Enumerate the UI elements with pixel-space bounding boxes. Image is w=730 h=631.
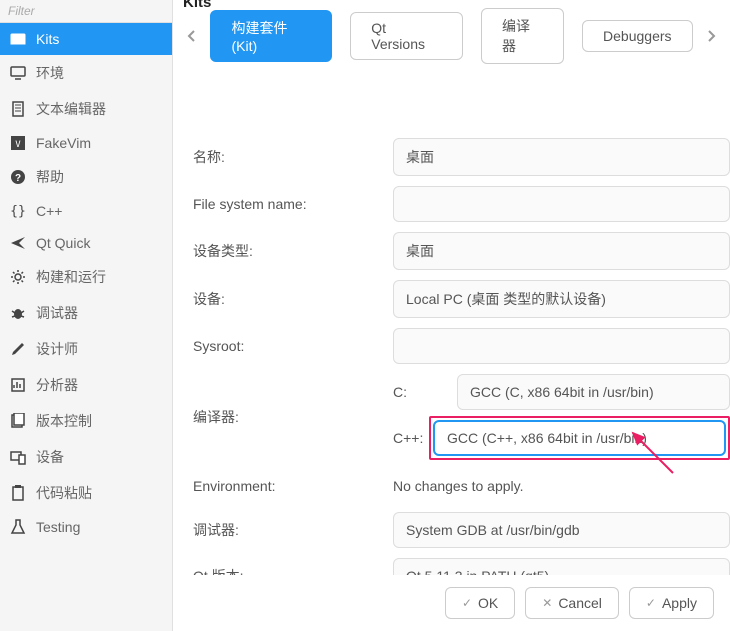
form-content: 名称: 桌面 File system name: 设备类型: 桌面 设备: Lo… [173,68,730,575]
sidebar-item-label: C++ [36,203,62,219]
chevron-left-icon [186,30,198,42]
sidebar-item-debugger[interactable]: 调试器 [0,295,172,331]
sidebar-item-label: Kits [36,31,59,47]
filter-input[interactable]: Filter [0,0,172,23]
sidebar-item-label: Testing [36,519,80,535]
compiler-c-field[interactable]: GCC (C, x86 64bit in /usr/bin) [457,374,730,410]
close-icon: ✕ [542,596,552,610]
sidebar-item-label: 调试器 [36,303,78,323]
fsname-label: File system name: [193,196,393,212]
debugger-field[interactable]: System GDB at /usr/bin/gdb [393,512,730,548]
fsname-field[interactable] [393,186,730,222]
flask-icon [10,519,26,535]
sidebar-item-label: 文本编辑器 [36,99,106,119]
sidebar-item-label: 环境 [36,63,64,83]
cancel-button[interactable]: ✕ Cancel [525,587,619,619]
compiler-cxx-field[interactable]: GCC (C++, x86 64bit in /usr/bin) [433,420,726,456]
sidebar-item-label: 分析器 [36,375,78,395]
sidebar-item-code-paste[interactable]: 代码粘贴 [0,475,172,511]
sidebar-list: Kits 环境 文本编辑器 V FakeVim ? 帮助 {} C++ [0,23,172,631]
check-icon: ✓ [462,596,472,610]
sidebar-item-help[interactable]: ? 帮助 [0,159,172,195]
monitor-icon [10,65,26,81]
sidebar-item-designer[interactable]: 设计师 [0,331,172,367]
sidebar-item-label: 帮助 [36,167,64,187]
apply-label: Apply [662,595,697,611]
tab-compilers[interactable]: 编译器 [481,8,564,64]
env-label: Environment: [193,478,393,494]
sidebar-item-devices[interactable]: 设备 [0,439,172,475]
svg-text:V: V [15,140,21,150]
clipboard-icon [10,485,26,501]
sidebar-item-qtquick[interactable]: Qt Quick [0,227,172,259]
sidebar-item-environment[interactable]: 环境 [0,55,172,91]
apply-button[interactable]: ✓ Apply [629,587,714,619]
sidebar-item-label: 代码粘贴 [36,483,92,503]
cancel-label: Cancel [558,595,602,611]
chevron-right-icon [705,30,717,42]
tab-debuggers[interactable]: Debuggers [582,20,693,52]
sidebar-item-build-run[interactable]: 构建和运行 [0,259,172,295]
sidebar-item-version-control[interactable]: 版本控制 [0,403,172,439]
sysroot-label: Sysroot: [193,338,393,354]
vcs-icon [10,413,26,429]
debugger-label: 调试器: [193,520,393,540]
svg-text:{}: {} [10,204,26,219]
name-field[interactable]: 桌面 [393,138,730,176]
sidebar-item-kits[interactable]: Kits [0,23,172,55]
main-panel: Kits 构建套件(Kit) Qt Versions 编译器 Debuggers… [173,0,730,631]
pencil-icon [10,341,26,357]
device-type-label: 设备类型: [193,241,393,261]
nav-next[interactable] [699,20,724,52]
compiler-cxx-label: C++: [393,430,429,446]
sidebar-item-text-editor[interactable]: 文本编辑器 [0,91,172,127]
sidebar-item-label: 设计师 [36,339,78,359]
gear-icon [10,269,26,285]
fakevim-icon: V [10,135,26,151]
svg-text:?: ? [15,173,21,184]
device-label: 设备: [193,289,393,309]
qtver-field[interactable]: Qt 5.11.3 in PATH (qt5) [393,558,730,575]
sysroot-field[interactable] [393,328,730,364]
name-label: 名称: [193,147,393,167]
document-icon [10,101,26,117]
sidebar-item-cpp[interactable]: {} C++ [0,195,172,227]
ok-button[interactable]: ✓ OK [445,587,515,619]
device-type-field[interactable]: 桌面 [393,232,730,270]
sidebar: Filter Kits 环境 文本编辑器 V FakeVim ? 帮助 [0,0,173,631]
sidebar-item-label: 构建和运行 [36,267,106,287]
sidebar-item-label: Qt Quick [36,235,90,251]
sidebar-item-label: 版本控制 [36,411,92,431]
help-icon: ? [10,169,26,185]
sidebar-item-fakevim[interactable]: V FakeVim [0,127,172,159]
sidebar-item-analyzer[interactable]: 分析器 [0,367,172,403]
compiler-c-label: C: [393,384,429,400]
chart-icon [10,377,26,393]
nav-prev[interactable] [179,20,204,52]
tab-qt-versions[interactable]: Qt Versions [350,12,463,60]
ok-label: OK [478,595,498,611]
env-value: No changes to apply. [393,470,730,502]
tab-bar: 构建套件(Kit) Qt Versions 编译器 Debuggers [173,4,730,68]
bug-icon [10,305,26,321]
compiler-cxx-highlight: GCC (C++, x86 64bit in /usr/bin) [429,416,730,460]
devices-icon [10,449,26,465]
qtver-label: Qt 版本: [193,566,393,575]
sidebar-item-label: 设备 [36,447,64,467]
plane-icon [10,235,26,251]
tab-kit[interactable]: 构建套件(Kit) [210,10,332,62]
device-field[interactable]: Local PC (桌面 类型的默认设备) [393,280,730,318]
braces-icon: {} [10,203,26,219]
sidebar-item-testing[interactable]: Testing [0,511,172,543]
compiler-label: 编译器: [193,407,393,427]
kits-icon [10,31,26,47]
sidebar-item-label: FakeVim [36,135,91,151]
footer-buttons: ✓ OK ✕ Cancel ✓ Apply [173,575,730,631]
check-icon: ✓ [646,596,656,610]
